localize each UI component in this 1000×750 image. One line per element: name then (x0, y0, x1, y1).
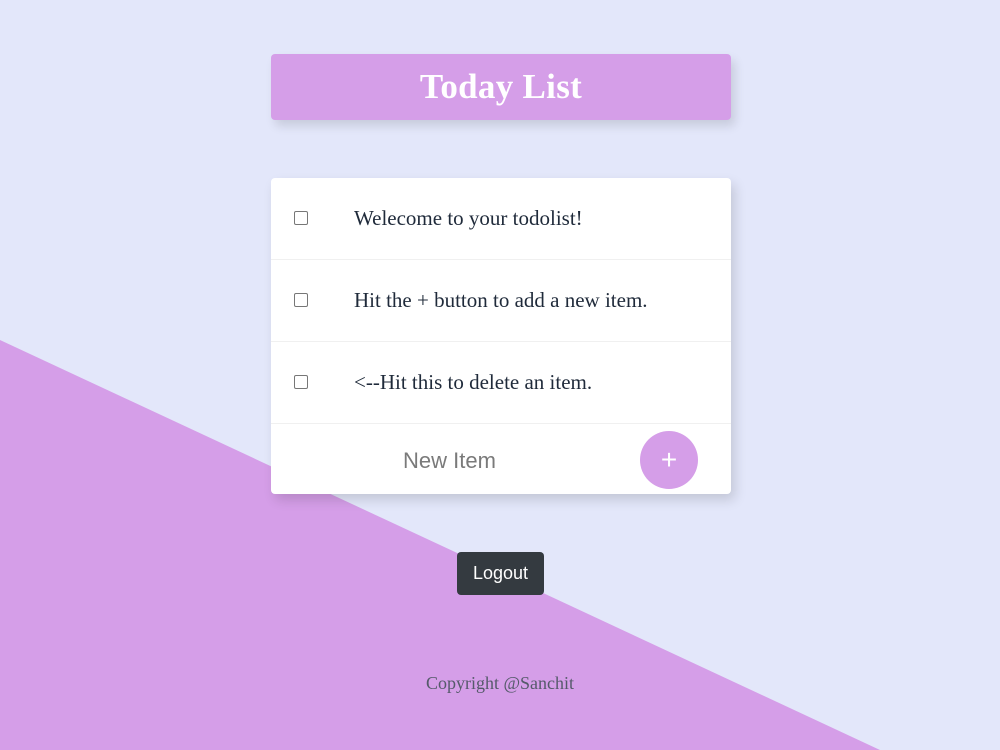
todo-item: <--Hit this to delete an item. (271, 342, 731, 424)
todo-item-checkbox[interactable] (294, 211, 308, 225)
new-item-input[interactable] (403, 444, 603, 478)
todo-item-text: Welecome to your todolist! (354, 206, 583, 230)
todo-item: Welecome to your todolist! (271, 178, 731, 260)
todo-item: Hit the + button to add a new item. (271, 260, 731, 342)
page-title: Today List (419, 67, 583, 106)
footer-copyright: Copyright @Sanchit (425, 673, 575, 693)
title-banner: Today List (271, 54, 731, 120)
todo-item-checkbox[interactable] (294, 375, 308, 389)
logout-button[interactable]: Logout (457, 552, 544, 595)
todo-item-checkbox[interactable] (294, 293, 308, 307)
todo-item-text: <--Hit this to delete an item. (354, 370, 593, 394)
new-item-row: + (271, 424, 731, 494)
todo-item-text: Hit the + button to add a new item. (354, 288, 648, 312)
add-item-button[interactable]: + (640, 431, 698, 489)
todo-list-card: Welecome to your todolist! Hit the + but… (271, 178, 731, 494)
